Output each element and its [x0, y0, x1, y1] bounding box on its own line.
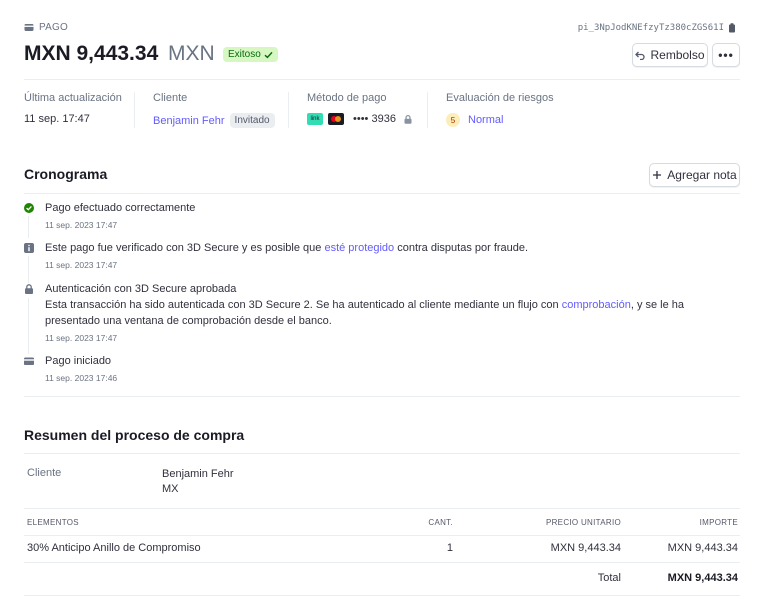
amount-row: MXN 9,443.34 MXN Exitoso Rembolso ••• [24, 42, 740, 70]
timeline-item-date: 11 sep. 2023 17:47 [45, 333, 118, 343]
timeline-item-text: Pago iniciado [45, 355, 112, 367]
divider [24, 508, 740, 509]
timeline-item-date: 11 sep. 2023 17:47 [45, 260, 118, 270]
timeline-title: Cronograma [24, 166, 108, 182]
meta-divider [134, 92, 135, 128]
payment-amount: MXN 9,443.34 [24, 42, 159, 65]
refund-button-label: Rembolso [650, 48, 705, 62]
col-unit-price: PRECIO UNITARIO [545, 518, 621, 527]
method-value: link •••• 3936 [307, 113, 412, 125]
divider [24, 535, 740, 536]
divider [24, 595, 740, 596]
items-table-header: ELEMENTOS CANT. PRECIO UNITARIO IMPORTE [24, 518, 740, 530]
verification-link[interactable]: comprobación [562, 299, 631, 311]
meta-divider [427, 92, 428, 128]
timeline-item-title: Autenticación con 3D Secure aprobada [45, 283, 237, 295]
section-label-text: PAGO [39, 22, 68, 33]
card-icon [24, 357, 34, 365]
undo-icon [635, 51, 646, 60]
risk-label: Evaluación de riesgos [446, 92, 554, 104]
link-wallet-icon: link [307, 113, 323, 125]
summary-client-name: Benjamin Fehr [162, 468, 234, 480]
more-icon: ••• [718, 48, 734, 62]
row-unit-price: MXN 9,443.34 [550, 542, 621, 554]
total-label: Total [597, 572, 621, 584]
guest-badge: Invitado [229, 113, 275, 128]
divider [24, 396, 740, 397]
payment-id[interactable]: pi_3NpJodKNEfzyTz380cZGS61I [578, 23, 736, 33]
method-label: Método de pago [307, 92, 387, 104]
divider [24, 193, 740, 194]
col-qty: CANT. [428, 518, 453, 527]
timeline-text-part: contra disputas por fraude. [394, 242, 529, 254]
meta-risk: Evaluación de riesgos 5 Normal [446, 92, 554, 128]
col-items: ELEMENTOS [27, 518, 79, 527]
mastercard-icon [328, 113, 344, 125]
summary-client-label: Cliente [27, 467, 62, 479]
divider [24, 453, 740, 454]
timeline-item-text: Esta transacción ha sido autenticada con… [45, 297, 735, 329]
check-circle-icon [24, 203, 34, 213]
last-update-label: Última actualización [24, 92, 122, 104]
lock-icon [404, 114, 412, 124]
summary-title: Resumen del proceso de compra [24, 427, 245, 443]
add-note-button[interactable]: Agregar nota [649, 163, 740, 187]
status-badge: Exitoso [223, 47, 278, 62]
top-row: PAGO pi_3NpJodKNEfzyTz380cZGS61I [24, 22, 740, 36]
timeline-connector [28, 256, 29, 283]
risk-score-badge: 5 [446, 113, 460, 127]
divider [24, 79, 740, 80]
risk-level-link[interactable]: Normal [468, 114, 503, 126]
timeline-item-text: Este pago fue verificado con 3D Secure y… [45, 240, 735, 256]
risk-value: 5 Normal [446, 113, 554, 127]
timeline-connector [28, 298, 29, 354]
total-value: MXN 9,443.34 [667, 572, 738, 584]
card-last4: •••• 3936 [353, 113, 396, 125]
total-row: Total MXN 9,443.34 [24, 572, 740, 588]
lock-icon [25, 284, 33, 294]
payment-card-icon [24, 24, 34, 31]
copy-icon[interactable] [728, 23, 736, 33]
timeline-item-content: Pago efectuado correctamente 11 sep. 202… [45, 200, 735, 233]
timeline-item-content: Este pago fue verificado con 3D Secure y… [45, 240, 735, 273]
client-name-link[interactable]: Benjamin Fehr [153, 115, 225, 127]
section-label: PAGO [24, 22, 68, 33]
payment-meta: Última actualización 11 sep. 17:47 Clien… [24, 92, 740, 132]
payment-currency: MXN [168, 42, 215, 65]
meta-client: Cliente Benjamin Fehr Invitado [153, 92, 275, 128]
timeline-item-text: Pago efectuado correctamente [45, 202, 196, 214]
timeline-text-part: Esta transacción ha sido autenticada con… [45, 299, 562, 311]
timeline-item-date: 11 sep. 2023 17:47 [45, 220, 118, 230]
row-item: 30% Anticipo Anillo de Compromiso [27, 542, 201, 554]
meta-last-update: Última actualización 11 sep. 17:47 [24, 92, 122, 128]
col-amount: IMPORTE [699, 518, 738, 527]
timeline-item-content: Autenticación con 3D Secure aprobada Est… [45, 281, 735, 346]
add-note-label: Agregar nota [667, 168, 737, 182]
meta-payment-method: Método de pago link •••• 3936 [307, 92, 412, 128]
meta-divider [288, 92, 289, 128]
status-badge-text: Exitoso [228, 49, 261, 60]
timeline-connector [28, 216, 29, 238]
row-amount: MXN 9,443.34 [667, 542, 738, 554]
plus-icon [653, 171, 662, 179]
refund-button[interactable]: Rembolso [632, 43, 708, 67]
protected-link[interactable]: esté protegido [324, 242, 394, 254]
timeline-item-date: 11 sep. 2023 17:46 [45, 373, 118, 383]
timeline-text-part: Este pago fue verificado con 3D Secure y… [45, 242, 325, 254]
payment-id-text[interactable]: pi_3NpJodKNEfzyTz380cZGS61I [578, 23, 724, 33]
client-value: Benjamin Fehr Invitado [153, 113, 275, 128]
info-icon [24, 243, 34, 253]
summary-client-value: Benjamin Fehr MX [162, 467, 234, 497]
last-update-value: 11 sep. 17:47 [24, 113, 90, 125]
divider [24, 562, 740, 563]
table-row: 30% Anticipo Anillo de Compromiso 1 MXN … [24, 542, 740, 558]
client-label: Cliente [153, 92, 188, 104]
more-actions-button[interactable]: ••• [712, 43, 740, 67]
check-icon [264, 51, 273, 58]
timeline-item-content: Pago iniciado 11 sep. 2023 17:46 [45, 353, 735, 386]
row-qty: 1 [446, 542, 453, 554]
summary-client-country: MX [162, 483, 179, 495]
